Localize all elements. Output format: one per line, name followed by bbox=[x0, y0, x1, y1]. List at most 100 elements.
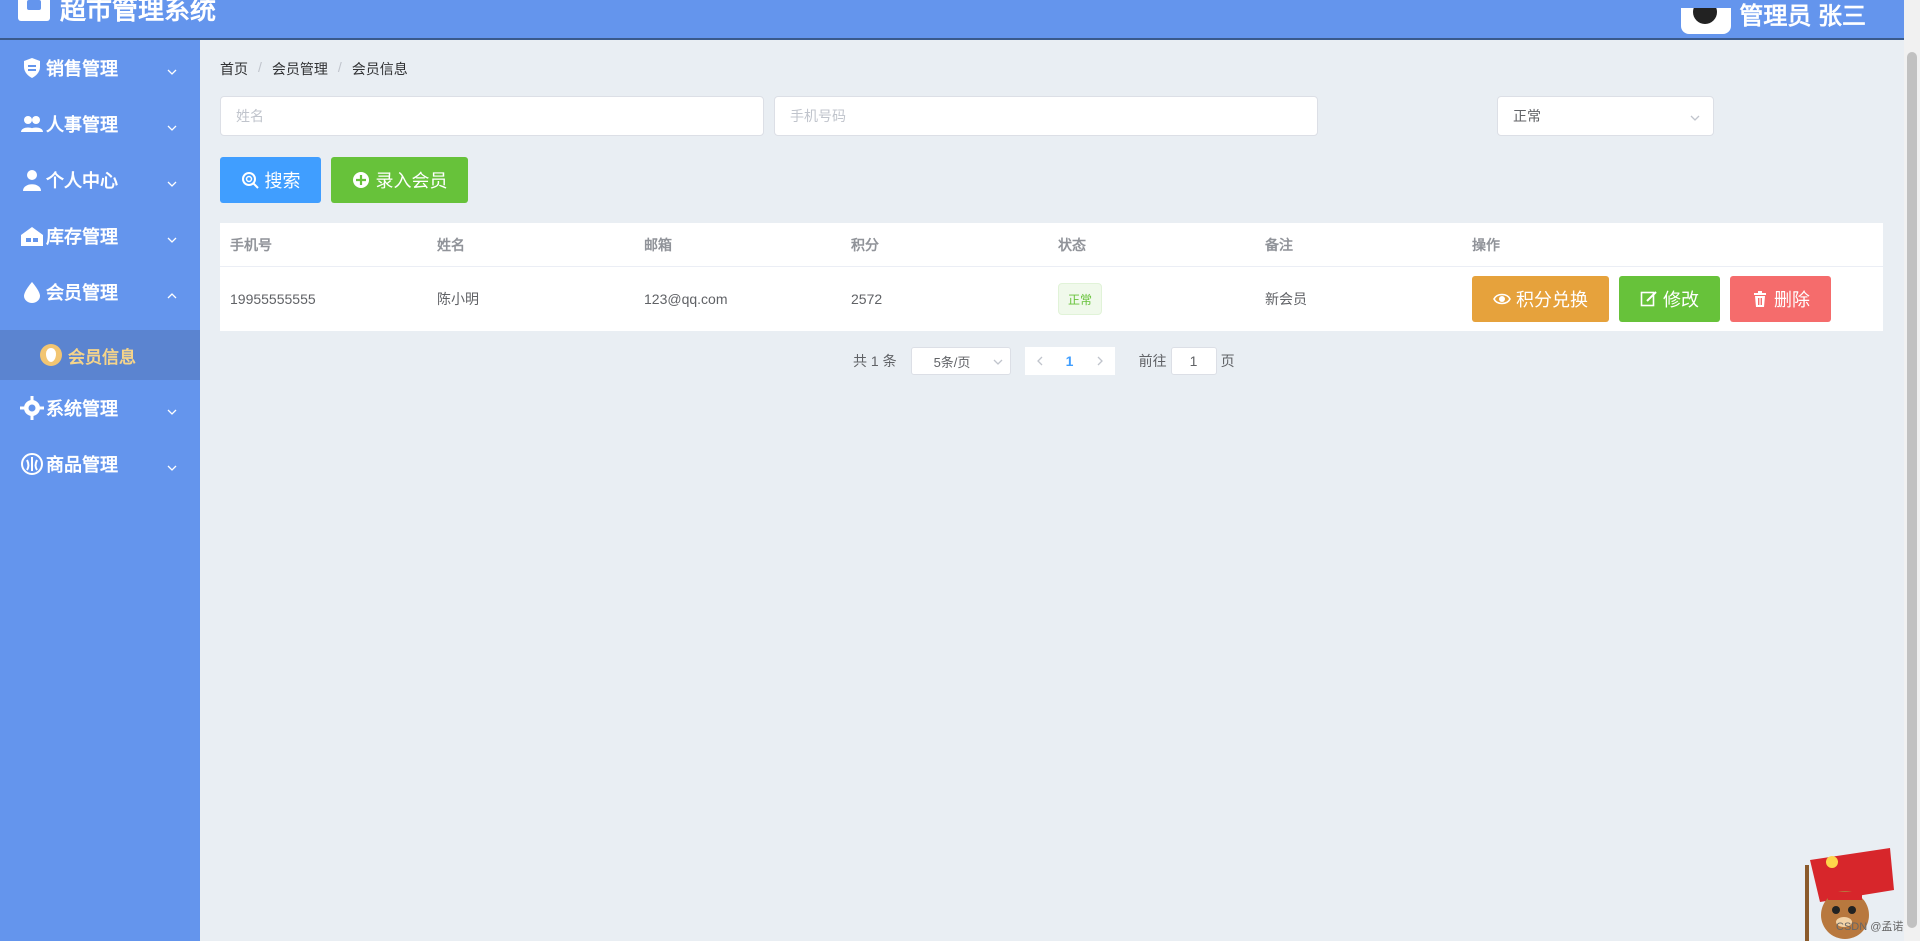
search-icon bbox=[241, 172, 259, 189]
top-header: 超市管理系统 管理员 张三 bbox=[0, 0, 1904, 40]
next-page-button[interactable] bbox=[1085, 347, 1115, 375]
breadcrumb-separator: / bbox=[258, 59, 262, 75]
chevron-down-icon bbox=[1689, 111, 1701, 123]
cell-name: 陈小明 bbox=[437, 291, 479, 307]
avatar[interactable] bbox=[1681, 8, 1732, 34]
scrollbar-thumb[interactable] bbox=[1907, 52, 1917, 928]
delete-label: 删除 bbox=[1774, 290, 1810, 310]
eye-icon bbox=[1493, 293, 1511, 305]
watermark: CSDN @孟诺 bbox=[1836, 921, 1904, 933]
delete-button[interactable]: 删除 bbox=[1730, 276, 1831, 322]
edit-icon bbox=[1640, 291, 1657, 307]
add-member-button-label: 录入会员 bbox=[375, 171, 448, 191]
trash-icon bbox=[1754, 291, 1766, 307]
column-header: 姓名 bbox=[437, 236, 465, 253]
sidebar-item-label: 个人中心 bbox=[46, 171, 118, 191]
column-header: 积分 bbox=[851, 236, 879, 253]
breadcrumb-separator: / bbox=[337, 59, 342, 75]
chevron-left-icon bbox=[1036, 356, 1043, 366]
phone-input[interactable]: 手机号码 bbox=[774, 96, 1318, 136]
breadcrumb-member-info: 会员信息 bbox=[351, 61, 408, 77]
product-icon bbox=[20, 452, 44, 476]
main-content: 首页 / 会员管理 / 会员信息 姓名 手机号码 正常 搜索 录入会员 手机号 … bbox=[200, 40, 1904, 941]
prev-page-button[interactable] bbox=[1025, 347, 1055, 375]
sidebar-item-label: 系统管理 bbox=[46, 399, 118, 419]
table-header: 手机号 姓名 邮箱 积分 状态 备注 操作 bbox=[220, 223, 1883, 267]
sidebar-item-label: 销售管理 bbox=[46, 59, 118, 79]
name-input[interactable]: 姓名 bbox=[220, 96, 764, 136]
status-select[interactable]: 正常 bbox=[1497, 96, 1714, 136]
cell-email: 123@qq.com bbox=[644, 291, 728, 307]
status-select-value: 正常 bbox=[1513, 108, 1541, 124]
add-circle-icon bbox=[352, 172, 369, 188]
sidebar-item-system[interactable]: 系统管理 bbox=[0, 380, 200, 436]
name-placeholder: 姓名 bbox=[236, 108, 264, 124]
user-name[interactable]: 管理员 张三 bbox=[1739, 0, 1866, 34]
points-exchange-button[interactable]: 积分兑换 bbox=[1472, 276, 1609, 322]
pagination-total: 共 1 条 bbox=[853, 353, 897, 369]
column-header: 邮箱 bbox=[644, 236, 672, 253]
sidebar-item-label: 库存管理 bbox=[46, 227, 118, 247]
scrollbar[interactable] bbox=[1904, 0, 1920, 941]
chevron-up-icon bbox=[166, 286, 178, 299]
cell-actions: 积分兑换 修改 删除 bbox=[1462, 267, 1883, 331]
gear-icon bbox=[20, 396, 44, 420]
breadcrumb: 首页 / 会员管理 / 会员信息 bbox=[220, 59, 408, 79]
chevron-down-icon bbox=[992, 356, 1004, 368]
chevron-down-icon bbox=[166, 230, 178, 243]
goto-page: 前往 1 页 bbox=[1139, 347, 1235, 375]
sidebar-item-members[interactable]: 会员管理 bbox=[0, 264, 200, 320]
drop-icon bbox=[40, 344, 62, 366]
sidebar-item-label: 会员管理 bbox=[46, 283, 118, 303]
breadcrumb-member-management[interactable]: 会员管理 bbox=[272, 59, 328, 79]
sidebar-subitem-label: 会员信息 bbox=[68, 347, 136, 367]
app-logo-icon bbox=[18, 0, 50, 21]
cell-points: 2572 bbox=[851, 291, 883, 307]
pagination: 共 1 条 5条/页 1 前往 1 页 bbox=[853, 347, 1235, 375]
members-table: 手机号 姓名 邮箱 积分 状态 备注 操作 19955555555 陈小明 12… bbox=[220, 223, 1883, 331]
chevron-down-icon bbox=[166, 118, 178, 131]
search-button[interactable]: 搜索 bbox=[220, 157, 321, 203]
column-header: 手机号 bbox=[230, 236, 272, 253]
chevron-down-icon bbox=[166, 62, 178, 75]
cell-phone: 19955555555 bbox=[230, 291, 316, 307]
phone-placeholder: 手机号码 bbox=[790, 108, 846, 124]
breadcrumb-home[interactable]: 首页 bbox=[220, 59, 248, 79]
points-exchange-label: 积分兑换 bbox=[1516, 290, 1588, 310]
user-area[interactable]: 管理员 张三 bbox=[1681, 0, 1866, 34]
chevron-down-icon bbox=[166, 174, 178, 187]
chevron-right-icon bbox=[1097, 356, 1103, 366]
column-header: 状态 bbox=[1058, 236, 1086, 253]
chevron-down-icon bbox=[166, 458, 178, 471]
edit-button[interactable]: 修改 bbox=[1619, 276, 1720, 322]
sidebar-item-label: 人事管理 bbox=[46, 115, 118, 135]
cell-note: 新会员 bbox=[1265, 291, 1307, 307]
user-icon bbox=[20, 168, 44, 192]
column-header: 操作 bbox=[1472, 236, 1500, 253]
sidebar-item-inventory[interactable]: 库存管理 bbox=[0, 208, 200, 264]
page-number[interactable]: 1 bbox=[1055, 347, 1085, 375]
sidebar-item-sales[interactable]: 销售管理 bbox=[0, 40, 200, 96]
search-button-label: 搜索 bbox=[264, 171, 301, 191]
status-badge: 正常 bbox=[1058, 283, 1103, 315]
page-nav: 1 bbox=[1024, 347, 1115, 375]
app-title: 超市管理系统 bbox=[60, 0, 217, 25]
cell-status: 正常 bbox=[1048, 267, 1255, 331]
sidebar-subitem-member-info[interactable]: 会员信息 bbox=[0, 330, 200, 380]
drop-icon bbox=[20, 280, 44, 304]
page-size-value: 5条/页 bbox=[933, 354, 971, 370]
page-size-select[interactable]: 5条/页 bbox=[910, 347, 1011, 375]
sidebar-item-products[interactable]: 商品管理 bbox=[0, 436, 200, 492]
shield-icon bbox=[20, 56, 44, 80]
warehouse-icon bbox=[20, 224, 44, 248]
add-member-button[interactable]: 录入会员 bbox=[331, 157, 468, 203]
app-brand: 超市管理系统 bbox=[18, 0, 216, 28]
chevron-down-icon bbox=[166, 402, 178, 415]
sidebar-item-hr[interactable]: 人事管理 bbox=[0, 96, 200, 152]
goto-label: 前往 bbox=[1138, 353, 1167, 369]
edit-label: 修改 bbox=[1663, 290, 1699, 310]
sidebar: 销售管理 人事管理 个人中心 库存管理 会员管理 会员信息 系统管理 商品管理 bbox=[0, 40, 200, 941]
goto-suffix: 页 bbox=[1220, 353, 1235, 369]
sidebar-item-personal[interactable]: 个人中心 bbox=[0, 152, 200, 208]
goto-page-input[interactable]: 1 bbox=[1170, 347, 1217, 375]
